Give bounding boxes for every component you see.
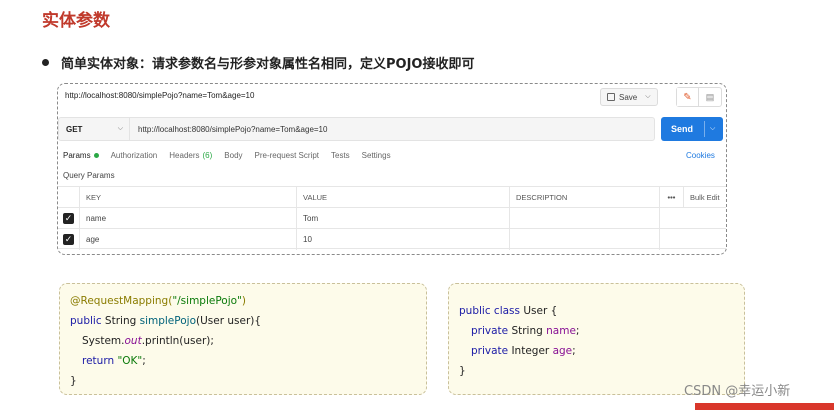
chevron-down-icon[interactable]: ⌵ — [710, 125, 715, 133]
table-row: ✓ name Tom — [58, 207, 726, 229]
query-params-label: Query Params — [63, 171, 115, 180]
code-line: } — [459, 365, 466, 377]
active-dot-icon — [93, 153, 99, 158]
send-button[interactable]: Send ⌵ — [661, 117, 723, 141]
code-line: } — [70, 375, 77, 387]
header-value: VALUE — [297, 187, 510, 208]
tab-params-label: Params — [63, 151, 91, 160]
postman-panel: http://localhost:8080/simplePojo?name=To… — [57, 83, 727, 255]
slide-title: 实体参数 — [42, 11, 110, 31]
send-label: Send — [671, 124, 694, 134]
header-check-cell — [58, 187, 80, 208]
row-checkbox[interactable]: ✓ — [58, 229, 80, 250]
bullet-text: 简单实体对象：请求参数名与形参对象属性名相同，定义POJO接收即可 — [61, 57, 475, 72]
params-table: KEY VALUE DESCRIPTION ••• Bulk Edit ✓ na… — [58, 186, 728, 250]
code-line: return "OK"; — [82, 355, 146, 367]
param-description-cell[interactable] — [510, 208, 660, 229]
headers-count-badge: (6) — [202, 151, 213, 160]
tab-tests[interactable]: Tests — [331, 151, 350, 160]
watermark: CSDN @幸运小新 — [684, 384, 791, 399]
code-line: private String name; — [471, 325, 580, 337]
bullet-point: 简单实体对象：请求参数名与形参对象属性名相同，定义POJO接收即可 — [42, 53, 474, 72]
view-toggle-group: ✎ ▤ — [676, 87, 722, 107]
param-value-cell[interactable]: Tom — [297, 208, 510, 229]
cookies-link[interactable]: Cookies — [686, 151, 715, 160]
checkmark-icon: ✓ — [63, 234, 74, 245]
controller-code-box: @RequestMapping("/simplePojo") public St… — [59, 283, 427, 395]
chevron-down-icon: ⌵ — [117, 125, 123, 132]
edit-icon[interactable]: ✎ — [677, 88, 699, 106]
request-tabs: Params Authorization Headers (6) Body Pr… — [63, 151, 403, 160]
method-label: GET — [66, 124, 83, 134]
code-line: public String simplePojo(User user){ — [70, 315, 262, 327]
send-divider — [704, 121, 705, 137]
table-header-row: KEY VALUE DESCRIPTION ••• Bulk Edit — [58, 186, 728, 208]
tab-authorization[interactable]: Authorization — [111, 151, 158, 160]
header-description: DESCRIPTION — [510, 187, 660, 208]
documentation-icon[interactable]: ▤ — [699, 88, 721, 106]
save-label: Save — [619, 92, 638, 102]
param-key-cell[interactable]: name — [80, 208, 297, 229]
param-key-cell[interactable]: age — [80, 229, 297, 250]
tab-settings[interactable]: Settings — [362, 151, 391, 160]
param-value-cell[interactable]: 10 — [297, 229, 510, 250]
code-line: @RequestMapping("/simplePojo") — [70, 295, 246, 307]
pojo-code-box: public class User { private String name;… — [448, 283, 745, 395]
request-tab-title[interactable]: http://localhost:8080/simplePojo?name=To… — [65, 91, 254, 100]
footer-red-bar — [695, 403, 834, 410]
save-button[interactable]: Save ⌵ — [600, 88, 658, 106]
header-key: KEY — [80, 187, 297, 208]
chevron-down-icon[interactable]: ⌵ — [645, 93, 650, 101]
request-bar: GET ⌵ http://localhost:8080/simplePojo?n… — [58, 117, 655, 141]
method-select[interactable]: GET ⌵ — [59, 118, 130, 140]
more-options-icon[interactable]: ••• — [660, 187, 684, 208]
code-line: System.out.println(user); — [82, 335, 214, 347]
tab-prerequest-script[interactable]: Pre-request Script — [255, 151, 319, 160]
param-description-cell[interactable] — [510, 229, 660, 250]
code-line: public class User { — [459, 305, 558, 317]
url-input[interactable]: http://localhost:8080/simplePojo?name=To… — [130, 125, 327, 134]
tab-body[interactable]: Body — [224, 151, 242, 160]
tab-headers[interactable]: Headers (6) — [169, 151, 212, 160]
tab-headers-label: Headers — [169, 151, 200, 160]
code-line: private Integer age; — [471, 345, 576, 357]
save-icon — [607, 93, 615, 101]
tab-params[interactable]: Params — [63, 151, 99, 160]
checkmark-icon: ✓ — [63, 213, 74, 224]
row-checkbox[interactable]: ✓ — [58, 208, 80, 229]
table-row: ✓ age 10 — [58, 228, 726, 250]
bullet-dot-icon — [42, 59, 49, 66]
bulk-edit-link[interactable]: Bulk Edit — [684, 187, 728, 208]
